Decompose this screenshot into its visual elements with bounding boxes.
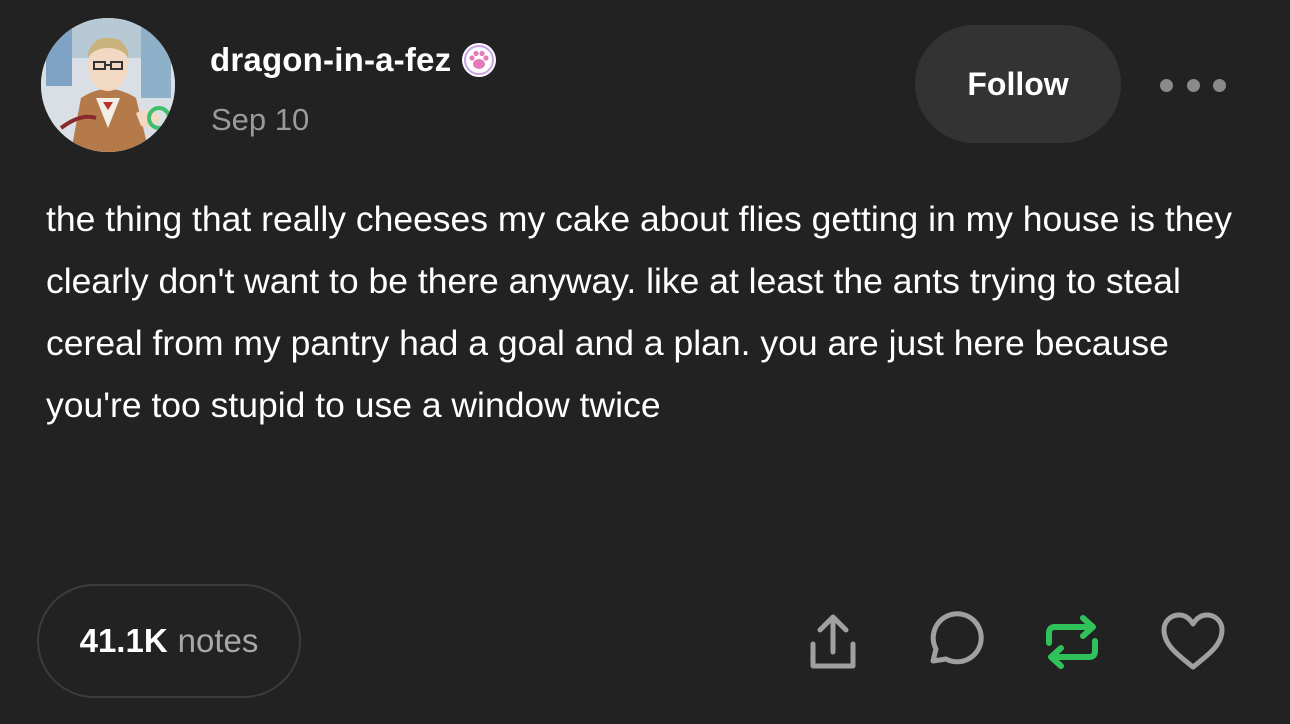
- more-options-icon[interactable]: [1160, 70, 1226, 100]
- notes-label: notes: [177, 622, 259, 659]
- author-row: dragon-in-a-fez: [210, 38, 497, 82]
- like-button[interactable]: [1157, 606, 1229, 678]
- post-card: dragon-in-a-fez Sep 10 Follow the thing …: [0, 0, 1290, 724]
- share-button[interactable]: [797, 606, 869, 678]
- reply-icon: [930, 611, 984, 665]
- paw-badge-icon: [461, 42, 497, 78]
- avatar-image: [41, 18, 175, 152]
- username[interactable]: dragon-in-a-fez: [210, 41, 451, 79]
- share-icon: [810, 614, 856, 669]
- post-date[interactable]: Sep 10: [211, 102, 309, 138]
- reply-button[interactable]: [916, 606, 988, 678]
- notes-button[interactable]: 41.1K notes: [37, 584, 301, 698]
- reblog-icon: [1046, 615, 1098, 669]
- avatar[interactable]: [41, 18, 175, 152]
- notes-count: 41.1K: [79, 622, 168, 659]
- reblog-button[interactable]: [1036, 606, 1108, 678]
- follow-button[interactable]: Follow: [915, 25, 1121, 143]
- heart-icon: [1161, 612, 1225, 670]
- post-body: the thing that really cheeses my cake ab…: [46, 199, 1232, 425]
